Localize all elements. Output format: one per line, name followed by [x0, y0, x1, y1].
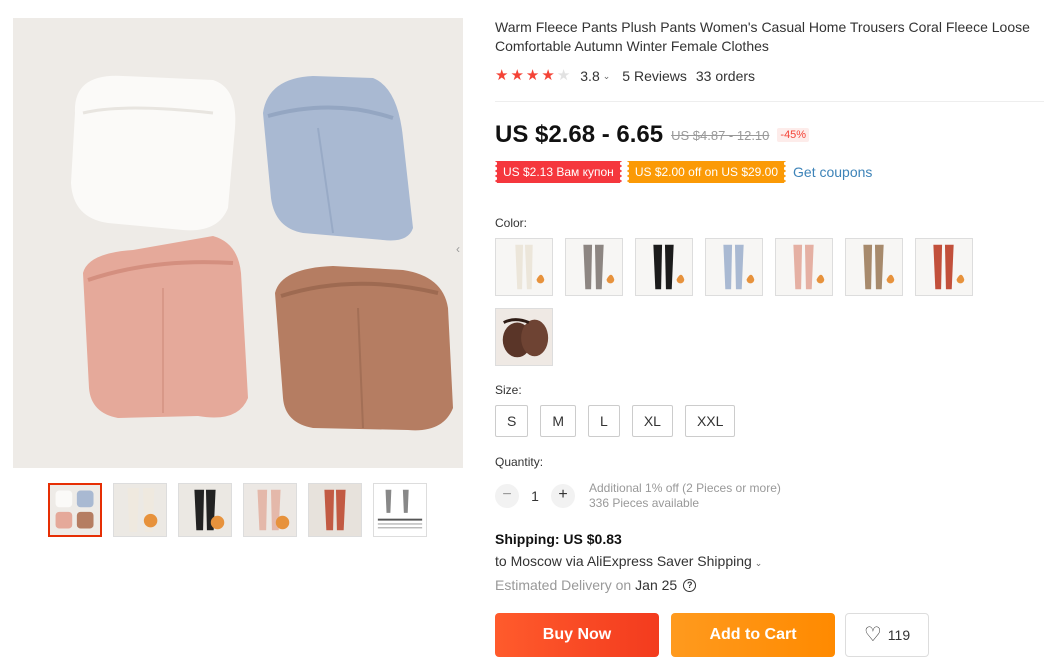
quantity-plus-button[interactable]: +: [551, 484, 575, 508]
size-option-xxl[interactable]: XXL: [684, 405, 736, 437]
color-swatch-red[interactable]: [915, 238, 973, 296]
select-coupon[interactable]: US $2.00 off on US $29.00: [626, 161, 787, 183]
help-icon[interactable]: ?: [683, 578, 697, 592]
star-icon: ★: [525, 67, 540, 84]
price-row: US $2.68 - 6.65 US $4.87 - 12.10 -45%: [495, 121, 810, 149]
quantity-input[interactable]: 1: [519, 488, 551, 504]
current-price: US $2.68 - 6.65: [495, 121, 664, 148]
rating-value[interactable]: 3.8: [580, 68, 599, 84]
thumbnail-6[interactable]: [373, 483, 427, 537]
size-option-m[interactable]: M: [540, 405, 577, 437]
color-options: [495, 238, 995, 366]
orders-count: 33 orders: [695, 68, 756, 84]
chevron-down-icon[interactable]: ⌄: [755, 558, 763, 568]
star-icon: ★: [541, 67, 555, 84]
rating-row: ★ ★ ★ ★ ★ 3.8 ⌄ 5 Reviews 33 orders: [495, 68, 756, 85]
thumbnail-2[interactable]: [113, 483, 167, 537]
size-option-xl[interactable]: XL: [631, 405, 673, 437]
product-title: Warm Fleece Pants Plush Pants Women's Ca…: [495, 19, 1030, 54]
wishlist-count: 119: [887, 627, 911, 643]
quantity-label: Quantity:: [495, 455, 544, 469]
star-icon: ★: [510, 67, 524, 84]
size-option-l[interactable]: L: [588, 405, 620, 437]
color-swatch-black[interactable]: [635, 238, 693, 296]
color-label: Color:: [495, 216, 528, 230]
shipping-route[interactable]: to Moscow via AliExpress Saver Shipping ⌄: [495, 553, 774, 569]
buy-now-button[interactable]: Buy Now: [495, 613, 659, 657]
size-options: S M L XL XXL: [495, 405, 736, 437]
reviews-link[interactable]: 5 Reviews: [622, 68, 687, 84]
color-swatch-khaki[interactable]: [845, 238, 903, 296]
color-swatch-pink[interactable]: [775, 238, 833, 296]
star-empty-icon: ★: [556, 67, 571, 84]
delivery-label: Estimated Delivery on: [495, 577, 632, 593]
estimated-delivery: Estimated Delivery on Jan 25 ?: [495, 577, 697, 593]
pants-photo: [13, 18, 463, 468]
chevron-left-icon[interactable]: ‹: [456, 242, 464, 256]
delivery-date: Jan 25: [635, 577, 678, 593]
bulk-discount-note: Additional 1% off (2 Pieces or more): [589, 481, 781, 495]
add-to-cart-button[interactable]: Add to Cart: [671, 613, 835, 657]
size-label: Size:: [495, 383, 522, 397]
divider: [495, 101, 1044, 102]
quantity-minus-button[interactable]: −: [495, 484, 519, 508]
size-option-s[interactable]: S: [495, 405, 529, 437]
heart-icon: ♡: [863, 624, 882, 646]
thumbnail-3[interactable]: [178, 483, 232, 537]
color-swatch-white[interactable]: [495, 238, 553, 296]
main-product-image[interactable]: [13, 18, 463, 468]
discount-badge: -45%: [777, 128, 810, 142]
color-swatch-grey[interactable]: [565, 238, 623, 296]
original-price: US $4.87 - 12.10: [671, 127, 770, 143]
shipping-price: Shipping: US $0.83: [495, 531, 622, 547]
stock-available: 336 Pieces available: [589, 496, 700, 510]
get-coupons-link[interactable]: Get coupons: [793, 164, 872, 180]
quantity-stepper: − 1 + Additional 1% off (2 Pieces or mor…: [495, 481, 781, 511]
star-icon: ★: [495, 67, 509, 84]
coupon-row: US $2.13 Вам купон US $2.00 off on US $2…: [495, 161, 872, 183]
chevron-down-icon[interactable]: ⌄: [603, 71, 611, 82]
wishlist-button[interactable]: ♡ 119: [845, 613, 929, 657]
store-coupon[interactable]: US $2.13 Вам купон: [495, 161, 622, 183]
quantity-note: Additional 1% off (2 Pieces or more) 336…: [589, 481, 781, 511]
color-swatch-blue[interactable]: [705, 238, 763, 296]
shipping-route-text[interactable]: to Moscow via AliExpress Saver Shipping: [495, 553, 752, 569]
rating-stars: ★ ★ ★ ★ ★: [495, 68, 570, 84]
thumbnail-5[interactable]: [308, 483, 362, 537]
color-swatch-brown[interactable]: [495, 308, 553, 366]
thumbnail-4[interactable]: [243, 483, 297, 537]
thumbnail-1[interactable]: [48, 483, 102, 537]
thumbnail-strip: [48, 483, 427, 537]
